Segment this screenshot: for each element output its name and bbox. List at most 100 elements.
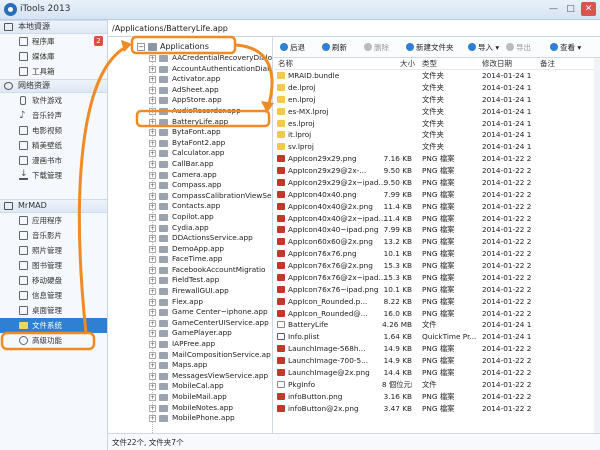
table-row[interactable]: de.lproj 文件夹 2014-01-24 1 xyxy=(274,82,594,94)
table-row[interactable]: it.lproj 文件夹 2014-01-24 1 xyxy=(274,129,594,141)
table-row[interactable]: PkgInfo8 個位元組文件2014-01-22 2 xyxy=(274,379,594,391)
tree-item[interactable]: + MobileCal.app xyxy=(108,381,272,392)
expand-icon[interactable]: + xyxy=(149,171,156,179)
import-button[interactable]: 导入 ▾ xyxy=(468,42,499,54)
expand-icon[interactable]: + xyxy=(149,235,156,243)
expand-icon[interactable]: + xyxy=(149,372,156,380)
table-row[interactable]: en.lproj 文件夹 2014-01-24 1 xyxy=(274,94,594,106)
view-button[interactable]: 查看 ▾ xyxy=(550,42,581,54)
tree-item[interactable]: + AudioRecorder.app xyxy=(108,106,272,117)
tree-item[interactable]: + Activator.app xyxy=(108,74,272,85)
expand-icon[interactable]: + xyxy=(149,139,156,147)
expand-icon[interactable]: + xyxy=(149,309,156,317)
collapse-icon[interactable]: − xyxy=(137,43,145,51)
expand-icon[interactable]: + xyxy=(149,383,156,391)
table-row[interactable]: AppIcon40x40@2x~ipad... 11.4 KB PNG 檔案 2014… xyxy=(274,213,594,225)
tree-item[interactable]: + MobilePhone.app xyxy=(108,413,272,424)
tree-item[interactable]: + Copilot.app xyxy=(108,212,272,223)
path-bar[interactable]: /Applications/BatteryLife.app xyxy=(108,20,600,37)
expand-icon[interactable]: + xyxy=(149,97,156,105)
sidebar-item-advanced[interactable]: 高级功能 xyxy=(0,333,107,348)
maximize-button[interactable]: □ xyxy=(563,2,578,16)
tree-item[interactable]: + MailCompositionService.ap xyxy=(108,350,272,361)
sidebar-item-media-library[interactable]: 媒体庫 xyxy=(0,49,107,64)
tree-item[interactable]: + BytaFont.app xyxy=(108,127,272,138)
minimize-button[interactable]: — xyxy=(546,2,561,16)
tree-item[interactable]: + Flex.app xyxy=(108,297,272,308)
expand-icon[interactable]: + xyxy=(149,394,156,401)
expand-icon[interactable]: + xyxy=(149,107,156,115)
sidebar-item-file-system[interactable]: 文件系统 xyxy=(0,318,107,333)
table-row[interactable]: MRAID.bundle 文件夹 2014-01-24 1 xyxy=(274,70,594,82)
expand-icon[interactable]: + xyxy=(149,341,156,349)
tree-item[interactable]: + BatteryLife.app xyxy=(108,117,272,128)
sidebar-item-messages[interactable]: 信息管理 xyxy=(0,288,107,303)
expand-icon[interactable]: + xyxy=(149,288,156,296)
sidebar-item-wallpapers[interactable]: 精美壁纸 xyxy=(0,138,107,153)
tree-item[interactable]: + Compass.app xyxy=(108,180,272,191)
expand-icon[interactable]: + xyxy=(149,362,156,370)
tree-item[interactable]: + MobileNotes.app xyxy=(108,403,272,414)
table-row[interactable]: AppIcon29x29@2x-... 9.50 KB PNG 檔案 2014-01-… xyxy=(274,165,594,177)
sidebar-item-software-games[interactable]: 软件游戏 xyxy=(0,93,107,108)
table-row[interactable]: AppIcon60x60@2x.png 13.2 KB PNG 檔案 2014-01-… xyxy=(274,236,594,248)
tree-root-applications[interactable]: − Applications xyxy=(108,41,272,53)
column-date[interactable]: 修改日期 xyxy=(482,58,512,70)
expand-icon[interactable]: + xyxy=(149,192,156,200)
new-folder-button[interactable]: 新建文件夹 xyxy=(406,42,454,54)
close-button[interactable]: ✕ xyxy=(581,2,596,16)
tree-item[interactable]: + Cydia.app xyxy=(108,223,272,234)
expand-icon[interactable]: + xyxy=(149,298,156,306)
expand-icon[interactable]: + xyxy=(149,277,156,285)
tree-item[interactable]: + Camera.app xyxy=(108,170,272,181)
expand-icon[interactable]: + xyxy=(149,319,156,327)
tree-item[interactable]: + FacebookAccountMigratio xyxy=(108,265,272,276)
table-row[interactable]: LaunchImage-568h... 14.9 KB PNG 檔案 2014-01-… xyxy=(274,343,594,355)
back-button[interactable]: 后退 xyxy=(280,42,305,54)
table-row[interactable]: infoButton.png 3.16 KB PNG 檔案 2014-01-22 2 xyxy=(274,391,594,403)
tree-item[interactable]: + Calculator.app xyxy=(108,148,272,159)
expand-icon[interactable]: + xyxy=(149,118,156,126)
table-row[interactable]: AppIcon76x76@2x.png 15.3 KB PNG 檔案 2014-01-… xyxy=(274,260,594,272)
expand-icon[interactable]: + xyxy=(149,65,156,73)
tree-item[interactable]: + Maps.app xyxy=(108,360,272,371)
expand-icon[interactable]: + xyxy=(149,160,156,168)
tree-item[interactable]: + AdSheet.app xyxy=(108,85,272,96)
table-row[interactable]: BatteryLife 4.26 MB 文件 2014-01-24 1 xyxy=(274,319,594,331)
sidebar-item-downloads[interactable]: 下载管理 xyxy=(0,167,107,183)
expand-icon[interactable]: + xyxy=(149,415,156,423)
vertical-scrollbar[interactable] xyxy=(594,58,600,450)
tree-item[interactable]: + Contacts.app xyxy=(108,201,272,212)
column-note[interactable]: 备注 xyxy=(540,58,555,70)
expand-icon[interactable]: + xyxy=(149,351,156,359)
sidebar-item-music-ringtones[interactable]: 音乐铃声 xyxy=(0,108,107,123)
table-row[interactable]: AppIcon76x76@2x~ipad... 15.3 KB PNG 檔案 2014… xyxy=(274,272,594,284)
column-size[interactable]: 大小 xyxy=(400,58,415,70)
sidebar-item-toolbox[interactable]: 工具箱 xyxy=(0,64,107,79)
table-row[interactable]: Info.plist 1.64 KB QuickTime Pr... 2014-01-… xyxy=(274,331,594,343)
tree-item[interactable]: + FieldTest.app xyxy=(108,275,272,286)
expand-icon[interactable]: + xyxy=(149,86,156,94)
section-device[interactable]: MrMAD xyxy=(0,199,107,213)
table-row[interactable]: AppIcon_Rounded.p... 8.22 KB PNG 檔案 2014-01… xyxy=(274,296,594,308)
expand-icon[interactable]: + xyxy=(149,404,156,412)
export-button[interactable]: 导出 xyxy=(506,42,531,54)
expand-icon[interactable]: + xyxy=(149,203,156,211)
tree-item[interactable]: + IAPFree.app xyxy=(108,339,272,350)
table-row[interactable]: infoButton@2x.png 3.47 KB PNG 檔案 2014-01-22… xyxy=(274,403,594,415)
section-local-resources[interactable]: 本地資源 xyxy=(0,20,107,34)
tree-item[interactable]: + MessagesViewService.app xyxy=(108,371,272,382)
column-type[interactable]: 类型 xyxy=(422,58,437,70)
expand-icon[interactable]: + xyxy=(149,213,156,221)
tree-item[interactable]: + DDActionsService.app xyxy=(108,233,272,244)
table-row[interactable]: AppIcon76x76~ipad.png 10.1 KB PNG 檔案 2014-0… xyxy=(274,284,594,296)
table-row[interactable]: AppIcon_Rounded@... 16.0 KB PNG 檔案 2014-01-… xyxy=(274,308,594,320)
expand-icon[interactable]: + xyxy=(149,245,156,253)
expand-icon[interactable]: + xyxy=(149,150,156,158)
sidebar-item-storage[interactable]: 移动硬盘 xyxy=(0,273,107,288)
sidebar-item-music-movies[interactable]: 音乐影片 xyxy=(0,228,107,243)
tree-item[interactable]: + AccountAuthenticationDial xyxy=(108,64,272,75)
expand-icon[interactable]: + xyxy=(149,256,156,264)
table-row[interactable]: AppIcon40x40~ipad.png 7.99 KB PNG 檔案 2014-0… xyxy=(274,224,594,236)
expand-icon[interactable]: + xyxy=(149,330,156,338)
